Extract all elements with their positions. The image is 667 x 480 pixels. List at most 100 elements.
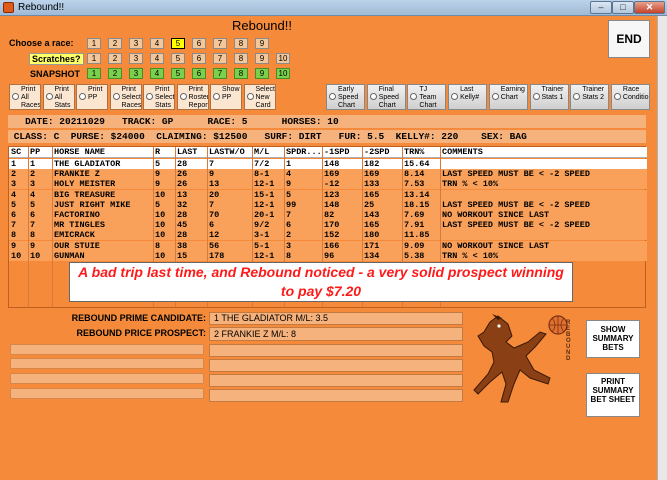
chart-label: Trainer Stats 1 bbox=[541, 86, 564, 101]
chart-button-5[interactable]: Trainer Stats 1 bbox=[529, 84, 569, 110]
scratch-button-1[interactable]: 1 bbox=[87, 53, 101, 64]
scratch-button-9[interactable]: 9 bbox=[255, 53, 269, 64]
snapshot-button-8[interactable]: 8 bbox=[234, 68, 248, 79]
radio-icon bbox=[451, 93, 459, 100]
table-row[interactable]: 9 9 OUR STUIE 8 38 56 5-1 3 166 171 9.09 NO WORKOUT… bbox=[9, 240, 647, 251]
race-button-8[interactable]: 8 bbox=[234, 38, 248, 49]
option-5[interactable]: Print Roster Report bbox=[176, 84, 209, 110]
chart-button-6[interactable]: Trainer Stats 2 bbox=[570, 84, 610, 110]
scratches-label: Scratches? bbox=[29, 53, 84, 65]
table-row[interactable]: 8 8 EMICRACK 10 28 12 3-1 2 152 180 11.85 bbox=[9, 230, 647, 241]
race-button-7[interactable]: 7 bbox=[213, 38, 227, 49]
race-button-1[interactable]: 1 bbox=[87, 38, 101, 49]
radio-icon bbox=[112, 93, 120, 100]
table-row[interactable]: 5 5 JUST RIGHT MIKE 5 32 7 12-1 99 148 25 18.15 LAS… bbox=[9, 199, 647, 210]
header-cell: TRN% bbox=[404, 147, 425, 157]
vertical-scrollbar[interactable] bbox=[657, 16, 667, 480]
option-6[interactable]: Show PP bbox=[210, 84, 242, 110]
chart-button-2[interactable]: TJ Team Chart bbox=[407, 84, 447, 110]
table-cell: 12-1 bbox=[254, 179, 275, 190]
chart-button-0[interactable]: Early Speed Chart bbox=[326, 84, 365, 110]
option-4[interactable]: Print Selected Stats bbox=[143, 84, 175, 110]
table-cell: 99 bbox=[286, 199, 297, 210]
close-button[interactable]: ✕ bbox=[634, 1, 665, 14]
snapshot-button-7[interactable]: 7 bbox=[213, 68, 227, 79]
snapshot-button-5[interactable]: 5 bbox=[171, 68, 185, 79]
chart-label: Early Speed Chart bbox=[338, 86, 359, 109]
table-row[interactable]: 2 2 FRANKIE Z 9 26 9 8-1 4 169 169 8.14 LAST SPEED … bbox=[9, 169, 647, 180]
chart-label: Trainer Stats 2 bbox=[582, 86, 605, 101]
blank-field bbox=[209, 374, 463, 387]
table-row[interactable]: 3 3 HOLY MEISTER 9 26 13 12-1 9 -12 133 7.53 TRN % … bbox=[9, 179, 647, 190]
chart-button-7[interactable]: Race Conditions bbox=[610, 84, 650, 110]
table-cell: MR TINGLES bbox=[54, 220, 106, 231]
radio-icon bbox=[246, 93, 254, 100]
snapshot-button-10[interactable]: 10 bbox=[276, 68, 290, 79]
print-summary-bet-sheet-button[interactable]: PRINT SUMMARY BET SHEET bbox=[586, 373, 640, 417]
table-cell: 28 bbox=[177, 230, 188, 241]
scratch-button-5[interactable]: 5 bbox=[171, 53, 185, 64]
option-1[interactable]: Print All Stats bbox=[42, 84, 75, 110]
chart-label: TJ Team Chart bbox=[419, 86, 437, 109]
option-7[interactable]: Select New Card bbox=[243, 84, 276, 110]
show-summary-bets-button[interactable]: SHOW SUMMARY BETS bbox=[586, 320, 640, 358]
chart-button-3[interactable]: Last Kelly# bbox=[448, 84, 488, 110]
table-cell: 2 bbox=[30, 169, 36, 180]
race-button-3[interactable]: 3 bbox=[129, 38, 143, 49]
scratch-button-8[interactable]: 8 bbox=[234, 53, 248, 64]
snapshot-button-1[interactable]: 1 bbox=[87, 68, 101, 79]
table-cell: 45 bbox=[177, 220, 188, 231]
table-cell: NO WORKOUT SINCE LAST bbox=[442, 240, 550, 251]
table-row[interactable]: 1 1 THE GLADIATOR 5 28 7 7/2 1 148 182 15.64 bbox=[9, 159, 647, 169]
table-cell: 180 bbox=[364, 230, 380, 241]
scratch-button-7[interactable]: 7 bbox=[213, 53, 227, 64]
header-cell: COMMENTS bbox=[442, 147, 483, 157]
scratch-button-3[interactable]: 3 bbox=[129, 53, 143, 64]
table-cell: 28 bbox=[177, 210, 188, 220]
race-button-2[interactable]: 2 bbox=[108, 38, 122, 49]
table-cell: 10 bbox=[155, 250, 166, 261]
snapshot-button-3[interactable]: 3 bbox=[129, 68, 143, 79]
table-cell: -12 bbox=[324, 179, 340, 190]
table-cell: 7 bbox=[209, 199, 215, 210]
scratch-button-4[interactable]: 4 bbox=[150, 53, 164, 64]
chart-button-4[interactable]: Earning Chart bbox=[488, 84, 528, 110]
scratch-button-10[interactable]: 10 bbox=[276, 53, 290, 64]
table-cell: 56 bbox=[209, 240, 220, 251]
maximize-button[interactable]: □ bbox=[612, 1, 634, 14]
table-cell: 13.14 bbox=[404, 189, 430, 200]
table-row[interactable]: 10 10 GUNMAN 10 15 178 12-1 8 96 134 5.38 TRN % < 1… bbox=[9, 250, 647, 261]
table-cell: 7 bbox=[286, 210, 292, 220]
table-cell: 134 bbox=[364, 250, 380, 261]
table-cell: 20-1 bbox=[254, 210, 275, 220]
option-0[interactable]: Print All Races bbox=[9, 84, 41, 110]
option-3[interactable]: Print Selected Races bbox=[109, 84, 142, 110]
option-2[interactable]: Print PP bbox=[76, 84, 108, 110]
snapshot-button-9[interactable]: 9 bbox=[255, 68, 269, 79]
snapshot-button-4[interactable]: 4 bbox=[150, 68, 164, 79]
scratch-button-2[interactable]: 2 bbox=[108, 53, 122, 64]
table-row[interactable]: 4 4 BIG TREASURE 10 13 20 15-1 5 123 165 13.14 bbox=[9, 189, 647, 200]
table-cell: 2 bbox=[11, 169, 17, 180]
table-row[interactable]: 7 7 MR TINGLES 10 45 6 9/2 6 170 165 7.91 LAST SPEE… bbox=[9, 220, 647, 231]
radio-icon bbox=[213, 93, 220, 100]
end-button[interactable]: END bbox=[608, 20, 650, 58]
race-button-6[interactable]: 6 bbox=[192, 38, 206, 49]
window-titlebar[interactable] bbox=[0, 0, 667, 16]
table-cell: TRN % < 10% bbox=[442, 179, 499, 190]
race-button-5[interactable]: 5 bbox=[171, 38, 185, 49]
table-cell: 5.38 bbox=[404, 250, 425, 261]
option-label: Print All Races bbox=[21, 86, 41, 109]
radio-icon bbox=[45, 93, 53, 100]
chart-button-1[interactable]: Final Speed Chart bbox=[366, 84, 406, 110]
snapshot-button-2[interactable]: 2 bbox=[108, 68, 122, 79]
snapshot-button-6[interactable]: 6 bbox=[192, 68, 206, 79]
table-row[interactable]: 6 6 FACTORINO 10 28 70 20-1 7 82 143 7.69 NO WORKOU… bbox=[9, 210, 647, 220]
minimize-button[interactable]: – bbox=[590, 1, 612, 14]
scratch-button-6[interactable]: 6 bbox=[192, 53, 206, 64]
table-cell: BIG TREASURE bbox=[54, 189, 116, 200]
race-button-4[interactable]: 4 bbox=[150, 38, 164, 49]
table-cell: 8.14 bbox=[404, 169, 425, 180]
race-button-9[interactable]: 9 bbox=[255, 38, 269, 49]
table-cell: 165 bbox=[364, 189, 380, 200]
